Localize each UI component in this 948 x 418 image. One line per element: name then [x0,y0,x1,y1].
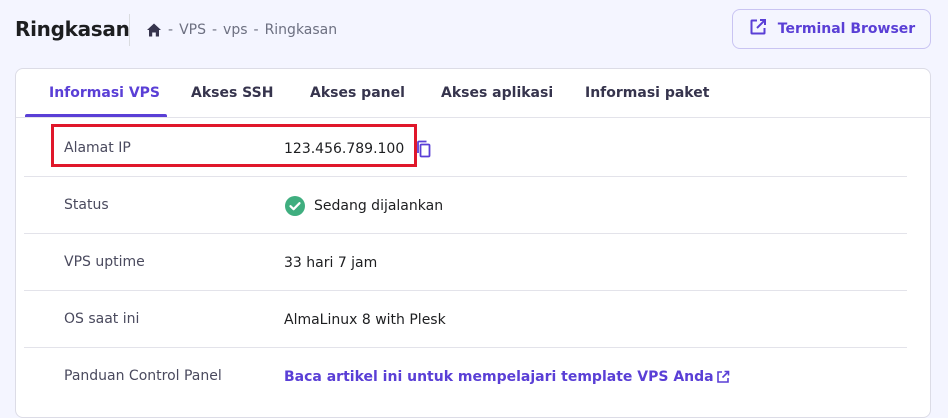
ip-value: 123.456.789.100 [284,140,405,157]
breadcrumb-item-server[interactable]: vps [223,22,247,38]
breadcrumb-separator: - [211,22,218,38]
uptime-value: 33 hari 7 jam [284,254,378,271]
os-value: AlmaLinux 8 with Plesk [284,311,446,328]
breadcrumb: - VPS - vps - Ringkasan [146,21,337,39]
page-title: Ringkasan [15,17,130,41]
breadcrumb-item-vps[interactable]: VPS [179,22,206,38]
breadcrumb-separator: - [253,22,259,38]
terminal-browser-button[interactable]: Terminal Browser [732,9,931,49]
uptime-label: VPS uptime [64,254,145,270]
title-divider [129,14,130,46]
terminal-browser-label: Terminal Browser [777,21,916,37]
tab-informasi-paket[interactable]: Informasi paket [585,69,709,117]
page-header: Ringkasan - VPS - vps - Ringkasan Termin… [0,0,948,60]
status-value-group: Sedang dijalankan [284,177,443,234]
vps-info-card: Informasi VPS Akses SSH Akses panel Akse… [15,68,931,418]
tab-akses-ssh[interactable]: Akses SSH [191,69,273,117]
info-row-uptime: VPS uptime 33 hari 7 jam [24,234,907,291]
copy-icon[interactable] [414,139,434,159]
info-row-status: Status Sedang dijalankan [24,177,907,234]
os-label: OS saat ini [64,311,140,327]
tab-informasi-vps[interactable]: Informasi VPS [49,69,160,117]
status-label: Status [64,197,109,213]
tab-bar: Informasi VPS Akses SSH Akses panel Akse… [16,69,930,118]
guide-label: Panduan Control Panel [64,368,222,384]
info-row-guide: Panduan Control Panel Baca artikel ini u… [24,348,907,405]
tab-akses-panel[interactable]: Akses panel [310,69,405,117]
ip-label: Alamat IP [64,140,131,156]
info-row-ip: Alamat IP 123.456.789.100 [24,120,907,177]
external-link-icon [716,370,730,384]
home-icon[interactable] [146,22,162,38]
ip-value-group: 123.456.789.100 [284,120,434,177]
info-row-os: OS saat ini AlmaLinux 8 with Plesk [24,291,907,348]
breadcrumb-item-current: Ringkasan [264,22,338,38]
external-link-icon [748,17,768,41]
guide-link[interactable]: Baca artikel ini untuk mempelajari templ… [284,348,730,405]
check-circle-icon [284,195,306,217]
tab-akses-aplikasi[interactable]: Akses aplikasi [441,69,553,117]
breadcrumb-separator: - [168,22,174,38]
guide-link-text[interactable]: Baca artikel ini untuk mempelajari templ… [284,369,714,385]
status-value: Sedang dijalankan [314,197,444,214]
active-tab-indicator [25,114,167,117]
